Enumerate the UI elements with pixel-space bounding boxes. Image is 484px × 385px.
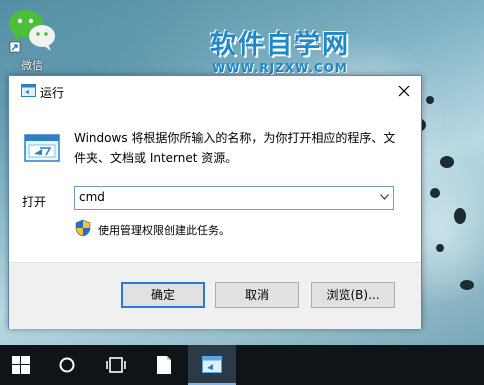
task-view-icon xyxy=(106,357,126,373)
run-icon xyxy=(202,356,222,373)
dialog-description: Windows 将根据你所输入的名称，为你打开相应的程序、文件夹、文档或 Int… xyxy=(74,131,396,165)
wallpaper-spot xyxy=(440,156,454,168)
chevron-down-icon[interactable] xyxy=(380,194,389,200)
task-view-button[interactable] xyxy=(92,345,140,385)
search-button[interactable] xyxy=(44,345,92,385)
wallpaper-spot xyxy=(436,244,444,252)
run-dialog: 运行 Windows 将根据你所输入的名称，为你打开相应的程序、文件夹、文档或 … xyxy=(8,75,422,329)
cancel-button[interactable]: 取消 xyxy=(215,282,299,308)
wechat-icon xyxy=(9,10,55,53)
open-label: 打开 xyxy=(22,195,47,209)
close-button[interactable] xyxy=(393,80,415,102)
run-program-icon xyxy=(24,134,60,162)
ok-button[interactable]: 确定 xyxy=(121,282,205,308)
file-button[interactable] xyxy=(140,345,188,385)
search-circle-icon xyxy=(59,357,75,373)
wallpaper-spot xyxy=(426,96,434,104)
run-icon xyxy=(21,84,36,97)
dialog-titlebar[interactable]: 运行 xyxy=(9,76,421,106)
watermark-subtitle: WWW.RJZXW.COM xyxy=(212,61,348,75)
wallpaper-spot xyxy=(460,280,474,290)
admin-note: 使用管理权限创建此任务。 xyxy=(98,224,230,237)
windows-icon xyxy=(12,356,30,374)
wechat-label: 微信 xyxy=(21,59,43,72)
run-taskbar-button[interactable] xyxy=(188,345,236,385)
wallpaper-spot xyxy=(454,208,466,224)
taskbar xyxy=(0,345,484,385)
command-combobox[interactable] xyxy=(74,186,394,210)
command-input[interactable] xyxy=(79,190,359,204)
close-icon xyxy=(398,85,410,97)
watermark: 软件自学网 WWW.RJZXW.COM xyxy=(210,24,350,75)
browse-button[interactable]: 浏览(B)... xyxy=(311,282,395,308)
dialog-title: 运行 xyxy=(40,86,65,100)
button-bar: 确定 取消 浏览(B)... xyxy=(9,262,421,329)
wallpaper-spot xyxy=(430,188,440,198)
shield-icon xyxy=(75,219,91,237)
start-button[interactable] xyxy=(0,345,48,385)
watermark-title: 软件自学网 xyxy=(210,30,351,60)
file-icon xyxy=(157,356,171,374)
